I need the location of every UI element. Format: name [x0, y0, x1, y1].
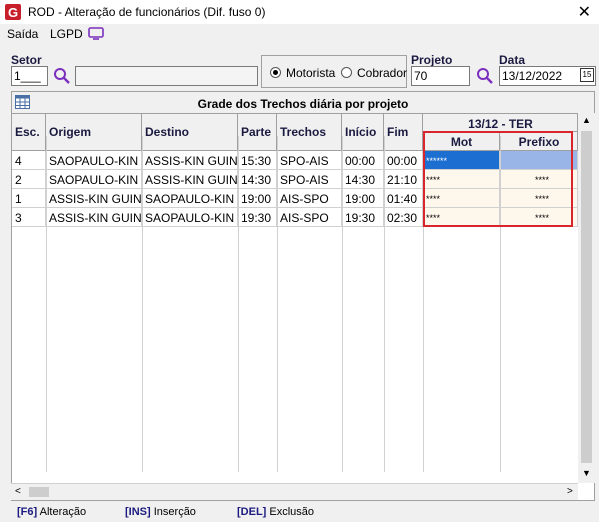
scroll-left-icon[interactable]: <: [15, 486, 21, 497]
col-header-trechos[interactable]: Trechos: [277, 114, 342, 151]
table-cell[interactable]: 19:00: [238, 189, 277, 208]
projeto-input[interactable]: 70: [411, 66, 470, 86]
col-header-origem[interactable]: Origem: [46, 114, 142, 151]
table-cell[interactable]: 1: [12, 189, 46, 208]
status-f6: [F6] Alteração: [17, 506, 87, 518]
setor-label: Setor: [11, 53, 42, 67]
function-radio-group: Motorista Cobrador: [261, 55, 407, 88]
horizontal-scrollbar[interactable]: < >: [11, 483, 578, 500]
table-cell[interactable]: 21:10: [384, 170, 423, 189]
title-bar: G ROD - Alteração de funcionários (Dif. …: [0, 0, 599, 24]
col-header-parte[interactable]: Parte: [238, 114, 277, 151]
monitor-icon[interactable]: [88, 27, 104, 40]
menu-bar: Saída LGPD: [0, 24, 599, 44]
table-cell[interactable]: 14:30: [238, 170, 277, 189]
status-ins: [INS] Inserção: [125, 506, 196, 518]
table-cell[interactable]: SAOPAULO-KIN ...: [46, 170, 142, 189]
setor-input[interactable]: 1___: [11, 66, 48, 86]
menu-saida[interactable]: Saída: [7, 27, 38, 41]
table-cell[interactable]: 2: [12, 170, 46, 189]
table-cell[interactable]: ASSIS-KIN GUIN: [46, 208, 142, 227]
data-label: Data: [499, 53, 526, 67]
grid-caption-bar: Grade dos Trechos diária por projeto: [12, 92, 594, 114]
radio-motorista-button[interactable]: [270, 67, 281, 78]
table-cell[interactable]: 3: [12, 208, 46, 227]
table-cell[interactable]: 14:30: [342, 170, 384, 189]
table-cell[interactable]: ASSIS-KIN GUIN: [142, 151, 238, 170]
table-cell[interactable]: 02:30: [384, 208, 423, 227]
table-cell[interactable]: 19:00: [342, 189, 384, 208]
menu-lgpd[interactable]: LGPD: [50, 27, 83, 41]
col-header-inicio[interactable]: Início: [342, 114, 384, 151]
scroll-thumb[interactable]: [581, 131, 592, 463]
projeto-search-icon[interactable]: [476, 67, 494, 85]
scroll-down-icon[interactable]: ▼: [582, 468, 591, 478]
scroll-up-icon[interactable]: ▲: [582, 115, 591, 125]
table-cell[interactable]: 15:30: [238, 151, 277, 170]
table-cell[interactable]: 19:30: [342, 208, 384, 227]
setor-description-field: [75, 66, 258, 86]
radio-motorista-label[interactable]: Motorista: [286, 66, 335, 80]
col-header-esc[interactable]: Esc.: [12, 114, 46, 151]
col-header-destino[interactable]: Destino: [142, 114, 238, 151]
table-cell[interactable]: 4: [12, 151, 46, 170]
highlight-box: [423, 131, 573, 227]
table-cell[interactable]: AIS-SPO: [277, 208, 342, 227]
table-cell[interactable]: 00:00: [384, 151, 423, 170]
search-icon[interactable]: [53, 67, 71, 85]
table-cell[interactable]: ASSIS-KIN GUIN: [46, 189, 142, 208]
table-cell[interactable]: SAOPAULO-KIN ...: [142, 189, 238, 208]
table-cell[interactable]: SAOPAULO-KIN ...: [142, 208, 238, 227]
radio-cobrador-button[interactable]: [341, 67, 352, 78]
col-header-day: 13/12 - TER: [423, 114, 578, 132]
scroll-right-icon[interactable]: >: [567, 486, 573, 497]
table-cell[interactable]: SPO-AIS: [277, 151, 342, 170]
radio-cobrador-label[interactable]: Cobrador: [357, 66, 407, 80]
window-title: ROD - Alteração de funcionários (Dif. fu…: [28, 5, 266, 19]
table-cell[interactable]: 01:40: [384, 189, 423, 208]
status-del: [DEL] Exclusão: [237, 506, 315, 518]
table-cell[interactable]: SPO-AIS: [277, 170, 342, 189]
table-cell[interactable]: 00:00: [342, 151, 384, 170]
svg-text:G: G: [8, 5, 18, 20]
calendar-icon[interactable]: 15: [580, 68, 594, 82]
app-logo-icon: G: [5, 4, 21, 20]
vertical-scrollbar[interactable]: ▲ ▼: [578, 113, 595, 483]
hscroll-thumb[interactable]: [29, 487, 49, 497]
status-bar: [F6] Alteração [INS] Inserção [DEL] Excl…: [11, 503, 595, 520]
close-icon[interactable]: ✕: [578, 2, 591, 22]
table-cell[interactable]: SAOPAULO-KIN ...: [46, 151, 142, 170]
table-cell[interactable]: ASSIS-KIN GUIN: [142, 170, 238, 189]
table-cell[interactable]: AIS-SPO: [277, 189, 342, 208]
grid-caption: Grade dos Trechos diária por projeto: [197, 97, 409, 111]
col-header-fim[interactable]: Fim: [384, 114, 423, 151]
projeto-label: Projeto: [411, 53, 453, 67]
table-cell[interactable]: 19:30: [238, 208, 277, 227]
